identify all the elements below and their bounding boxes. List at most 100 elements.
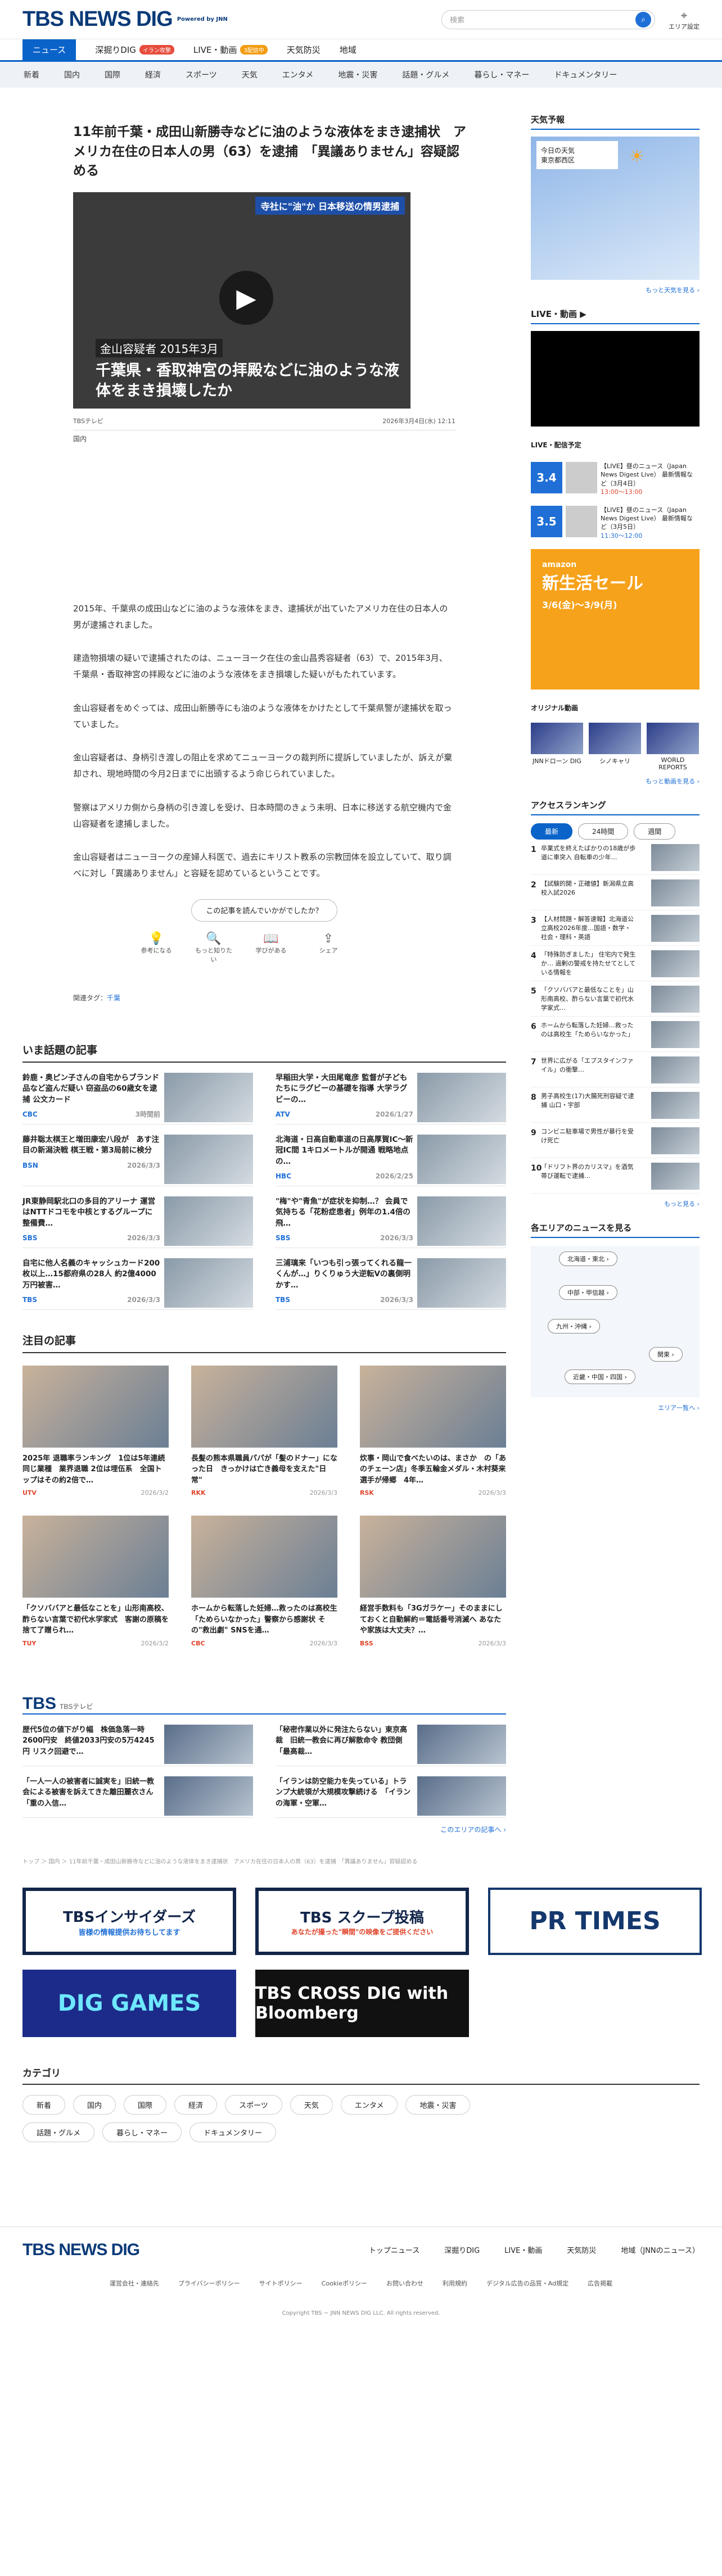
ranking-item[interactable]: 5 「クソババアと最低なことを」山形南高校、酢らない言葉で初代水学家式…	[531, 981, 700, 1017]
cat-domestic[interactable]: 国内	[52, 69, 92, 80]
cat-sports[interactable]: スポーツ	[173, 69, 229, 80]
category-chip[interactable]: エンタメ	[340, 2094, 398, 2115]
list-item[interactable]: 「イランは防空能力を失っている」トランプ大統領が大規模攻撃続ける 「イランの海軍…	[276, 1766, 506, 1818]
list-item[interactable]: JR東静岡駅北口の多目的アリーナ 運営はNTTドコモを中核とするグループに 整備…	[22, 1186, 253, 1248]
list-item[interactable]: 歴代5位の値下がり幅 株価急落一時2600円安 終値2033円安の5万4245円…	[22, 1715, 253, 1766]
ranking-item[interactable]: 6 ホームから転落した妊婦…救ったのは高校生「ためらいなかった」	[531, 1017, 700, 1053]
insiders-banner[interactable]: TBSインサイダーズ 皆様の情報提供お待ちしてます	[22, 1887, 236, 1955]
cat-new[interactable]: 新着	[11, 69, 52, 80]
area-hokkaido-button[interactable]: 北海道・東北 ›	[559, 1251, 617, 1267]
ranking-item[interactable]: 8 男子高校生(17)大腸死刑容疑で逮捕 山口・宇部	[531, 1087, 700, 1123]
nav-region[interactable]: 地域	[340, 39, 357, 60]
footer-link[interactable]: サイトポリシー	[259, 2279, 303, 2288]
video-more-link[interactable]: もっと動画を見る ›	[531, 777, 700, 786]
category-chip[interactable]: 地震・災害	[405, 2094, 471, 2115]
program-item[interactable]: 3.5 【LIVE】昼のニュース（Japan News Digest Live） …	[531, 505, 700, 541]
react-more-button[interactable]: 🔍 もっと知りたい	[192, 932, 235, 964]
article-card[interactable]: 炊事・岡山で食べたいのは、まさか の「あのチェーン店」冬季五輪金メダル・木村葵来…	[360, 1365, 506, 1496]
footer-nav-item[interactable]: 地域（JNNのニュース）	[621, 2244, 700, 2255]
cross-dig-banner[interactable]: TBS CROSS DIG with Bloomberg	[255, 1969, 469, 2037]
list-item[interactable]: 自宅に他人名義のキャッシュカード200枚以上…15都府県の28人 約2億4000…	[22, 1248, 253, 1310]
article-category[interactable]: 国内	[73, 434, 506, 443]
live-title[interactable]: LIVE・動画 ▶	[531, 308, 700, 324]
area-more-link[interactable]: エリア一覧へ ›	[531, 1403, 700, 1412]
cat-international[interactable]: 国際	[92, 69, 133, 80]
cat-disaster[interactable]: 地震・災害	[326, 69, 390, 80]
cat-economy[interactable]: 経済	[133, 69, 173, 80]
list-item[interactable]: 三浦璃来「いつも引っ張ってくれる龍一くんが…」りくりゅう大逆転Vの裏側明かす… T…	[276, 1248, 506, 1310]
article-source[interactable]: TBSテレビ	[73, 416, 103, 425]
category-chip[interactable]: 話題・グルメ	[22, 2122, 95, 2142]
list-item[interactable]: 早稲田大学・大田尾竜彦 監督が子どもたちにラグビーの基礎を指導 大学ラグビーの……	[276, 1063, 506, 1124]
tab-latest[interactable]: 最新	[531, 823, 573, 840]
category-chip[interactable]: 新着	[22, 2094, 66, 2115]
list-item[interactable]: 「一人一人の被害者に誠実を」旧統一教会による被害を訴えてきた離田麗衣さん「重の入…	[22, 1766, 253, 1818]
video-card[interactable]: JNNドローン DIG	[531, 723, 583, 771]
ranking-item[interactable]: 1 卒業式を終えたばかりの18歳が歩道に車突入 自転車の少年…	[531, 840, 700, 876]
footer-link[interactable]: 広告掲載	[588, 2279, 612, 2288]
category-chip[interactable]: 暮らし・マネー	[102, 2122, 182, 2142]
share-button[interactable]: ⇪ シェア	[307, 932, 350, 964]
article-card[interactable]: 経営手数料も「3Gガラケー」そのままにしておくと自動解約＝電話番号消滅へ あなた…	[360, 1516, 506, 1647]
cat-entertainment[interactable]: エンタメ	[270, 69, 326, 80]
article-card[interactable]: 長髪の熊本県職員パパが「髪のドナー」になった日 きっかけは亡き義母を支えた"日常…	[191, 1365, 337, 1496]
weather-more-link[interactable]: もっと天気を見る ›	[531, 285, 700, 294]
category-chip[interactable]: 国内	[73, 2094, 116, 2115]
ad-banner[interactable]: amazon 新生活セール 3/6(金)～3/9(月)	[531, 549, 700, 690]
area-kanto-button[interactable]: 関東 ›	[649, 1347, 683, 1362]
nav-live[interactable]: LIVE・動画 3配信中	[193, 39, 268, 60]
video-card[interactable]: シノキャリ	[589, 723, 641, 771]
ranking-item[interactable]: 3 【人材問題・解答速報】北海道公立高校2026年度…国語・数学・社会・理科・英語	[531, 910, 700, 946]
footer-logo[interactable]: TBS NEWS DIG	[22, 2241, 140, 2260]
cat-documentary[interactable]: ドキュメンタリー	[542, 69, 629, 80]
article-card[interactable]: ホームから転落した妊婦…救ったのは高校生「ためらいなかった」警察から感謝状 その…	[191, 1516, 337, 1647]
nav-news[interactable]: ニュース	[22, 39, 76, 60]
footer-link[interactable]: デジタル広告の品質・Ad規定	[486, 2279, 568, 2288]
footer-nav-item[interactable]: 深掘りDIG	[444, 2244, 480, 2255]
dig-games-banner[interactable]: DIG GAMES	[22, 1969, 236, 2037]
area-kyushu-button[interactable]: 九州・沖縄 ›	[548, 1319, 600, 1334]
footer-link[interactable]: 利用規約	[443, 2279, 467, 2288]
list-item[interactable]: "梅"や"青魚"が症状を抑制…？ 会員で気持ちる「花粉症患者」例年の1.4倍の飛…	[276, 1186, 506, 1248]
footer-link[interactable]: プライバシーポリシー	[178, 2279, 240, 2288]
ranking-item[interactable]: 9 コンビニ駐車場で男性が暴行を受け死亡	[531, 1123, 700, 1159]
program-item[interactable]: 3.4 【LIVE】昼のニュース（Japan News Digest Live） …	[531, 462, 700, 497]
area-chubu-button[interactable]: 中部・甲信越 ›	[559, 1285, 617, 1300]
more-link[interactable]: このエリアの記事へ ›	[22, 1825, 506, 1834]
area-settings-button[interactable]: ⌖ エリア設定	[669, 8, 700, 31]
footer-link[interactable]: Cookieポリシー	[322, 2279, 367, 2288]
article-video[interactable]: 寺社に"油"か 日本移送の情男逮捕 ▶ 金山容疑者 2015年3月 千葉県・香取…	[73, 192, 410, 409]
search-icon[interactable]: ⌕	[635, 11, 651, 28]
react-helpful-button[interactable]: 💡 参考になる	[135, 932, 178, 964]
list-item[interactable]: 「秘密作業以外に発注たらない」東京高裁 旧統一教会に再び解散命令 教団側「最高裁…	[276, 1715, 506, 1766]
cat-life[interactable]: 暮らし・マネー	[462, 69, 542, 80]
category-chip[interactable]: 天気	[290, 2094, 333, 2115]
ranking-more-link[interactable]: もっと見る ›	[531, 1199, 700, 1208]
area-kinki-button[interactable]: 近畿・中国・四国 ›	[565, 1369, 635, 1385]
footer-nav-item[interactable]: トップニュース	[369, 2244, 419, 2255]
category-chip[interactable]: 経済	[174, 2094, 218, 2115]
tab-24h[interactable]: 24時間	[578, 823, 629, 840]
category-chip[interactable]: スポーツ	[225, 2094, 282, 2115]
list-item[interactable]: 鈴鹿・奥ピン子さんの自宅からブランド品など盗んだ疑い 窃盗品の60歳女を逮捕 公…	[22, 1063, 253, 1124]
ranking-item[interactable]: 4 「特殊防ぎました」 住宅内で発生か… 過剰の警戒を持たせてとしている情報を	[531, 946, 700, 982]
footer-nav-item[interactable]: 天気防災	[567, 2244, 596, 2255]
ranking-item[interactable]: 2 【試験的開・正確値】新潟県立高校入試2026	[531, 875, 700, 911]
article-card[interactable]: 2025年 退職率ランキング 1位は5年連続同じ業種 業界退職 2位は埋伍系 全…	[22, 1365, 169, 1496]
live-player[interactable]	[531, 331, 700, 427]
footer-link[interactable]: お問い合わせ	[386, 2279, 423, 2288]
tab-weekly[interactable]: 週間	[634, 823, 676, 840]
scoop-banner[interactable]: TBS スクープ投稿 あなたが撮った"瞬間"の映像をご提供ください	[255, 1887, 469, 1955]
cat-weather[interactable]: 天気	[229, 69, 270, 80]
footer-link[interactable]: 運営会社・連絡先	[110, 2279, 159, 2288]
article-card[interactable]: 「クソババアと最低なことを」山形南高校、酢らない言葉で初代水学家式 客謝の原稿を…	[22, 1516, 169, 1647]
video-card[interactable]: WORLD REPORTS	[647, 723, 699, 771]
footer-nav-item[interactable]: LIVE・動画	[504, 2244, 542, 2255]
search-input[interactable]: 検索 ⌕	[441, 10, 655, 29]
site-logo[interactable]: TBS NEWS DIG	[22, 7, 173, 31]
nav-weather[interactable]: 天気防災	[287, 39, 321, 60]
ranking-item[interactable]: 10 「ドリフト界のカリスマ」を酒気帯び運転で逮捕…	[531, 1158, 700, 1194]
category-chip[interactable]: 国際	[124, 2094, 167, 2115]
react-learn-button[interactable]: 📖 学びがある	[250, 932, 292, 964]
prtimes-banner[interactable]: PR TIMES	[488, 1887, 702, 1955]
